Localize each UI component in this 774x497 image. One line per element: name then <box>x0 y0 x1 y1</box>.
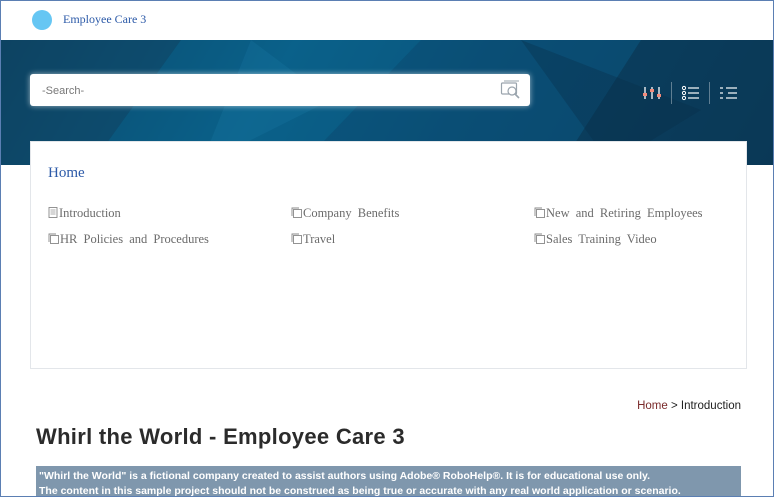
book-icon <box>534 233 545 248</box>
app-window: Employee Care 3 -Search- Home Introducti… <box>0 0 774 497</box>
toc-item-introduction[interactable]: Introduction <box>48 206 121 222</box>
top-bar: Employee Care 3 <box>1 1 773 40</box>
toc-item-label: Introduction <box>59 206 121 220</box>
book-icon <box>291 233 302 248</box>
book-icon <box>291 207 302 222</box>
toc-item-label: New and Retiring Employees <box>546 206 703 220</box>
page-icon <box>48 207 58 222</box>
book-icon <box>534 207 545 222</box>
breadcrumb: Home > Introduction <box>637 400 741 412</box>
toolbar-divider <box>671 82 672 104</box>
search-input[interactable] <box>40 81 484 101</box>
toc-item-hr-policies-and-procedures[interactable]: HR Policies and Procedures <box>48 232 209 248</box>
search-icon[interactable] <box>500 80 522 100</box>
toc-item-label: Sales Training Video <box>546 232 657 246</box>
search-box <box>30 74 530 106</box>
toc-item-label: Travel <box>303 232 336 246</box>
logo-icon[interactable] <box>32 10 52 30</box>
toc-item-company-benefits[interactable]: Company Benefits <box>291 206 399 222</box>
filter-sliders-icon[interactable] <box>641 83 663 103</box>
toc-title[interactable]: Home <box>48 165 85 182</box>
notice-line-2: The content in this sample project shoul… <box>39 485 681 497</box>
toc-list-icon[interactable] <box>718 83 740 103</box>
breadcrumb-separator: > <box>670 400 678 412</box>
breadcrumb-current: Introduction <box>680 400 741 412</box>
toc-item-new-and-retiring-employees[interactable]: New and Retiring Employees <box>534 206 703 222</box>
toolbar-divider <box>709 82 710 104</box>
list-icon[interactable] <box>680 83 702 103</box>
breadcrumb-home-link[interactable]: Home <box>637 400 668 412</box>
toc-item-travel[interactable]: Travel <box>291 232 335 248</box>
toc-item-label: HR Policies and Procedures <box>60 232 209 246</box>
book-icon <box>48 233 59 248</box>
disclaimer-notice: "Whirl the World" is a fictional company… <box>36 466 741 497</box>
toc-item-label: Company Benefits <box>303 206 400 220</box>
app-title[interactable]: Employee Care 3 <box>63 12 146 27</box>
toc-panel: Home Introduction Company Benefits New a… <box>30 141 747 369</box>
notice-line-1: "Whirl the World" is a fictional company… <box>39 470 650 482</box>
page-title: Whirl the World - Employee Care 3 <box>36 424 405 449</box>
toc-item-sales-training-video[interactable]: Sales Training Video <box>534 232 657 248</box>
